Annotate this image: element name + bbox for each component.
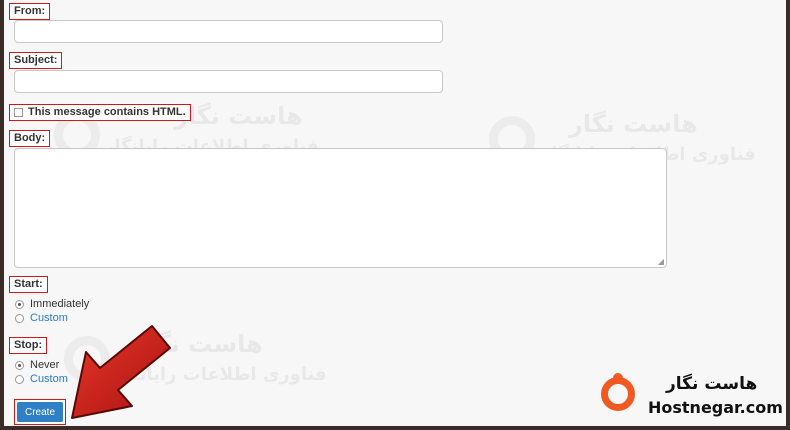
html-checkbox[interactable] bbox=[14, 107, 23, 117]
brand-logo: هاست نگار Hostnegar.com bbox=[598, 372, 786, 426]
start-custom-option[interactable]: Custom bbox=[15, 312, 68, 324]
brand-fa-name: هاست نگار bbox=[666, 374, 758, 394]
email-form-panel: هاست نگار فناوری اطلاعات رایانگار هاست ن… bbox=[4, 0, 786, 426]
stop-custom-label[interactable]: Custom bbox=[30, 373, 68, 385]
radio-selected-icon[interactable] bbox=[15, 299, 24, 309]
stop-never-label: Never bbox=[30, 359, 60, 371]
body-label: Body: bbox=[9, 130, 51, 147]
subject-label: Subject: bbox=[9, 52, 63, 69]
html-checkbox-label: This message contains HTML. bbox=[28, 106, 186, 118]
brand-en-name: Hostnegar.com bbox=[648, 398, 783, 417]
create-button[interactable]: Create bbox=[17, 402, 63, 422]
stop-custom-option[interactable]: Custom bbox=[15, 373, 68, 385]
resize-handle-icon[interactable]: ◢ bbox=[658, 257, 664, 266]
logo-dot-icon bbox=[613, 373, 623, 383]
start-label: Start: bbox=[9, 276, 48, 293]
watermark-title: هاست نگار bbox=[174, 102, 303, 130]
subject-input[interactable] bbox=[14, 70, 443, 93]
body-textarea[interactable]: ◢ bbox=[14, 148, 667, 268]
stop-never-option[interactable]: Never bbox=[15, 359, 59, 371]
from-label: From: bbox=[9, 3, 51, 20]
start-custom-label[interactable]: Custom bbox=[30, 312, 68, 324]
start-immediately-option[interactable]: Immediately bbox=[15, 298, 89, 310]
radio-unselected-icon[interactable] bbox=[15, 313, 24, 323]
from-input[interactable] bbox=[14, 20, 443, 43]
watermark-title: هاست نگار bbox=[569, 110, 698, 138]
html-checkbox-row[interactable]: This message contains HTML. bbox=[9, 104, 191, 121]
radio-unselected-icon[interactable] bbox=[15, 374, 24, 384]
create-button-highlight: Create bbox=[14, 399, 66, 425]
start-immediately-label: Immediately bbox=[30, 298, 90, 310]
stop-label: Stop: bbox=[9, 337, 48, 354]
radio-selected-icon[interactable] bbox=[15, 360, 24, 370]
pointer-arrow-icon bbox=[71, 325, 171, 419]
